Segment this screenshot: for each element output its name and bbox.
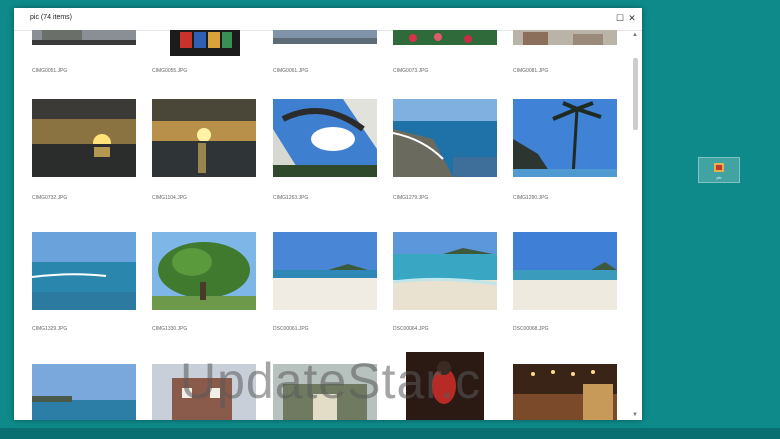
- vertical-scrollbar[interactable]: ▲ ▼: [631, 30, 639, 420]
- filename-label: CIMG1279.JPG: [393, 195, 497, 201]
- filename-label: CIMG0081.JPG: [513, 68, 617, 74]
- filename-label: DSC00064.JPG: [393, 326, 497, 332]
- scroll-down-icon[interactable]: ▼: [631, 412, 639, 418]
- filename-label: CIMG0732.JPG: [32, 195, 136, 201]
- scroll-up-icon[interactable]: ▲: [631, 32, 639, 38]
- thumbnail-cimg0061[interactable]: [273, 30, 377, 44]
- title-bar[interactable]: pic (74 items) ☐ ✕: [14, 8, 642, 31]
- thumbnail-cimg0732[interactable]: [32, 99, 136, 177]
- filename-label: CIMG1330.JPG: [152, 326, 256, 332]
- filename-label: CIMG1329.JPG: [32, 326, 136, 332]
- thumbnail-row3-3[interactable]: [273, 364, 377, 420]
- thumbnail-cimg0051[interactable]: [32, 30, 136, 45]
- filename-label: CIMG0061.JPG: [273, 68, 377, 74]
- scroll-thumb[interactable]: [633, 58, 638, 130]
- folder-icon: [714, 162, 724, 172]
- filename-label: CIMG1290.JPG: [513, 195, 617, 201]
- thumbnail-cimg1263[interactable]: [273, 99, 377, 177]
- thumbnail-cimg0081[interactable]: [513, 30, 617, 45]
- thumbnail-grid[interactable]: CIMG0051.JPG CIMG0055.JPG CIMG0061.JPG C…: [14, 30, 642, 420]
- filename-label: DSC00068.JPG: [513, 326, 617, 332]
- thumbnail-dsc00064[interactable]: [393, 232, 497, 310]
- thumbnail-row3-4[interactable]: [406, 352, 484, 420]
- window-title: pic (74 items): [30, 14, 72, 21]
- thumbnail-cimg1330[interactable]: [152, 232, 256, 310]
- thumbnail-cimg1104[interactable]: [152, 99, 256, 177]
- thumbnail-dsc00061[interactable]: [273, 232, 377, 310]
- thumbnail-cimg1290[interactable]: [513, 99, 617, 177]
- taskbar: [0, 428, 780, 439]
- maximize-icon[interactable]: ☐: [615, 13, 625, 23]
- filename-label: DSC00061.JPG: [273, 326, 377, 332]
- filename-label: CIMG0073.JPG: [393, 68, 497, 74]
- thumbnail-cimg0055[interactable]: [170, 30, 240, 56]
- close-icon[interactable]: ✕: [627, 13, 637, 23]
- filename-label: CIMG0055.JPG: [152, 68, 256, 74]
- thumbnail-row3-5[interactable]: [513, 364, 617, 420]
- thumbnail-cimg0073[interactable]: [393, 30, 497, 45]
- thumbnail-row3-2[interactable]: [152, 364, 256, 420]
- image-viewer-window: pic (74 items) ☐ ✕ CIMG0051.JPG CIMG0055…: [14, 8, 642, 420]
- thumbnail-row3-1[interactable]: [32, 364, 136, 420]
- thumbnail-dsc00068[interactable]: [513, 232, 617, 310]
- filename-label: CIMG0051.JPG: [32, 68, 136, 74]
- thumbnail-cimg1329[interactable]: [32, 232, 136, 310]
- filename-label: CIMG1104.JPG: [152, 195, 256, 201]
- desktop-icon-label: pic: [699, 175, 739, 180]
- thumbnail-cimg1279[interactable]: [393, 99, 497, 177]
- desktop-folder-pic[interactable]: pic: [698, 157, 740, 183]
- filename-label: CIMG1263.JPG: [273, 195, 377, 201]
